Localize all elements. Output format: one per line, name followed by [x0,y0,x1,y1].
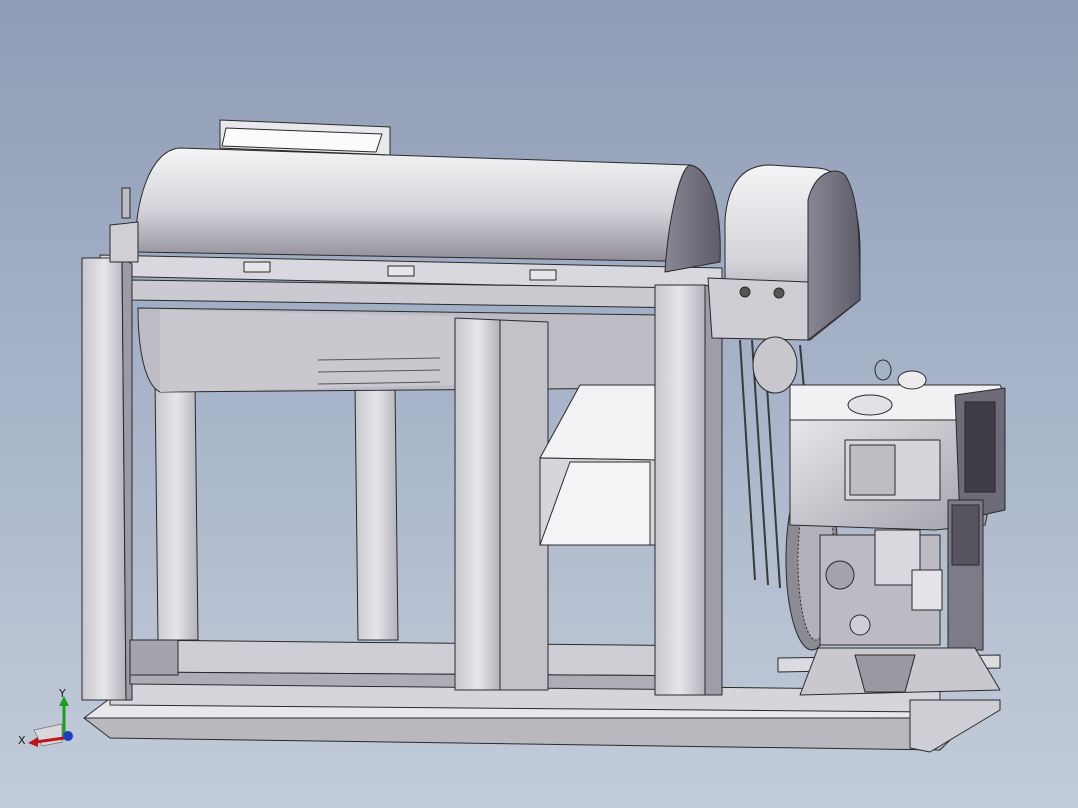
x-axis-label: X [18,734,26,747]
diesel-engine [785,359,1006,696]
x-axis-head [28,737,38,747]
machine-assembly-model[interactable] [0,0,1078,808]
belt-guard [707,164,861,341]
y-axis-label: Y [58,687,66,700]
discharge-chute [539,384,656,546]
side-bracket [109,187,139,263]
z-axis-marker [63,731,73,741]
3d-viewport[interactable]: Y X [0,0,1078,808]
coordinate-triad: Y X [18,687,73,747]
